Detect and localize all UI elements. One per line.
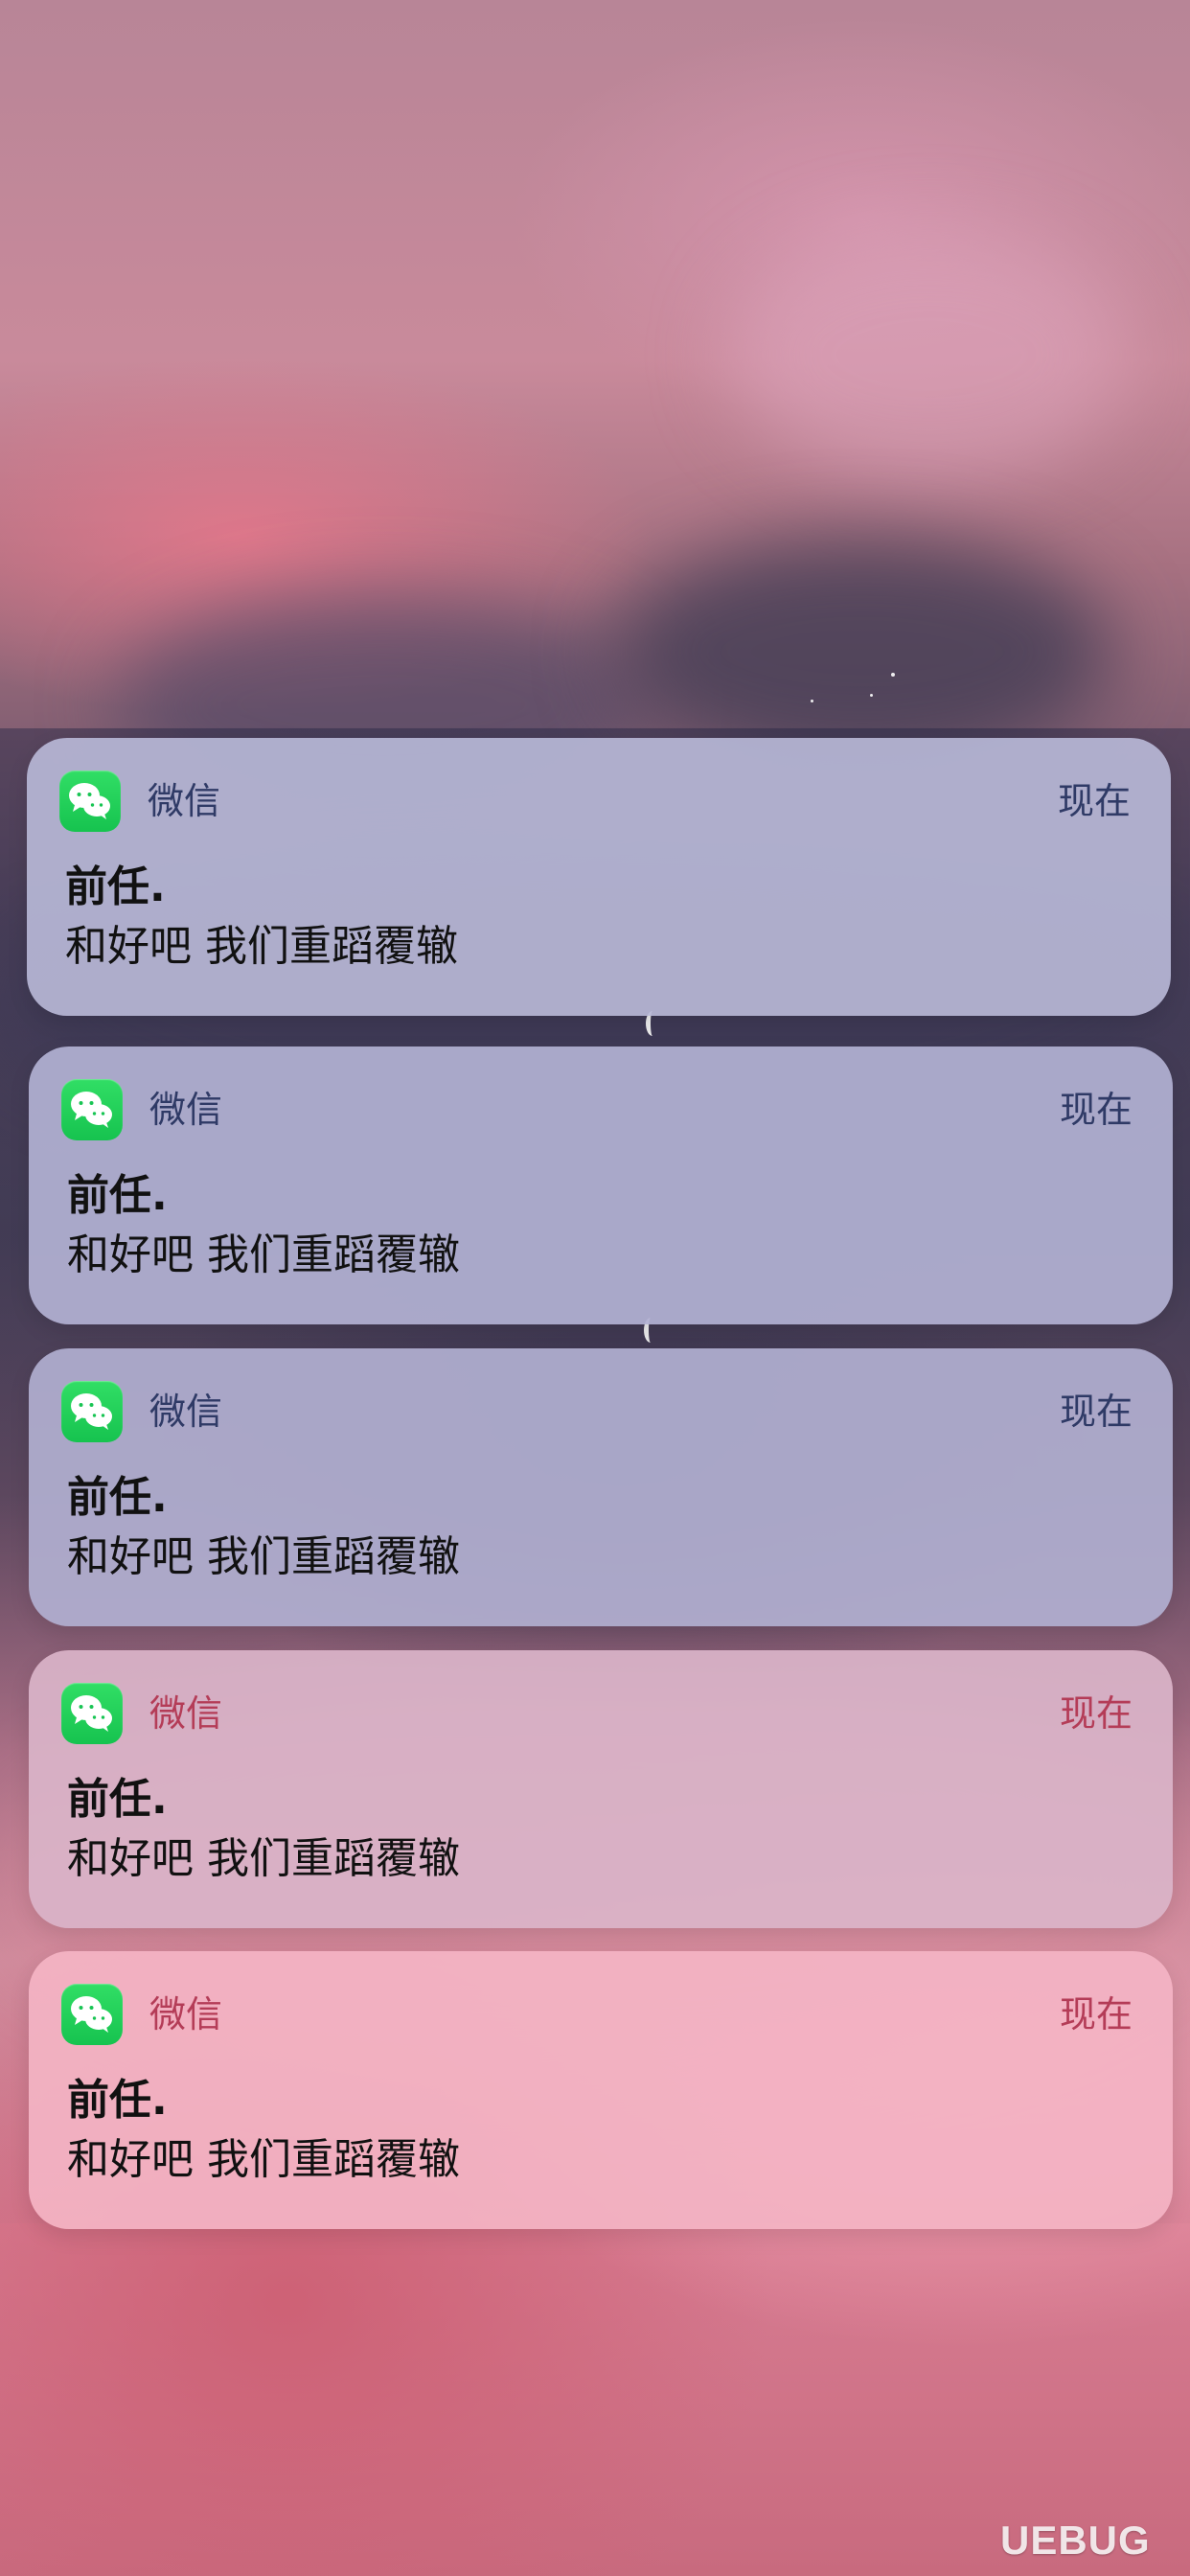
site-watermark: UEBUG [1000,2515,1173,2566]
notification-time: 现在 [1059,1993,1133,2036]
notification-header: 微信 现在 [61,1079,1133,1140]
notification-title: 前任. [65,862,166,911]
notification-body: 和好吧 我们重蹈覆辙 [67,1230,460,1279]
notification-header: 微信 现在 [61,1984,1133,2045]
app-name: 微信 [149,1391,223,1433]
notification-card[interactable]: 微信 现在 前任. 和好吧 我们重蹈覆辙 [29,1348,1173,1626]
star [870,694,873,697]
notification-card[interactable]: 微信 现在 前任. 和好吧 我们重蹈覆辙 [27,738,1171,1016]
star [891,673,895,677]
notification-title: 前任. [67,1473,168,1522]
notification-time: 现在 [1057,780,1131,822]
notification-time: 现在 [1059,1391,1133,1433]
app-name: 微信 [149,1692,223,1735]
notification-card[interactable]: 微信 现在 前任. 和好吧 我们重蹈覆辙 [29,1951,1173,2229]
lock-screen: 微信 现在 前任. 和好吧 我们重蹈覆辙 微信 现在 前任. 和好吧 我们重蹈覆… [0,0,1190,2576]
wechat-icon [61,1079,123,1140]
wechat-icon [61,1984,123,2045]
watermark-text: UEBUG [1000,2518,1151,2563]
notification-header: 微信 现在 [61,1683,1133,1744]
app-name: 微信 [149,1089,223,1131]
app-name: 微信 [148,780,221,822]
wechat-icon [61,1381,123,1442]
notification-body: 和好吧 我们重蹈覆辙 [67,2135,460,2184]
notification-header: 微信 现在 [59,770,1131,832]
background-cloud [728,230,1131,479]
notification-title: 前任. [67,2076,168,2125]
star [811,700,813,702]
notification-title: 前任. [67,1775,168,1824]
app-name: 微信 [149,1993,223,2036]
wechat-icon [61,1683,123,1744]
notification-time: 现在 [1059,1089,1133,1131]
notification-card[interactable]: 微信 现在 前任. 和好吧 我们重蹈覆辙 [29,1046,1173,1324]
wechat-icon [59,770,121,832]
notification-body: 和好吧 我们重蹈覆辙 [67,1532,460,1581]
notification-title: 前任. [67,1171,168,1220]
notification-time: 现在 [1059,1692,1133,1735]
notification-body: 和好吧 我们重蹈覆辙 [65,922,458,971]
notification-card[interactable]: 微信 现在 前任. 和好吧 我们重蹈覆辙 [29,1650,1173,1928]
notification-body: 和好吧 我们重蹈覆辙 [67,1834,460,1883]
notification-header: 微信 现在 [61,1381,1133,1442]
